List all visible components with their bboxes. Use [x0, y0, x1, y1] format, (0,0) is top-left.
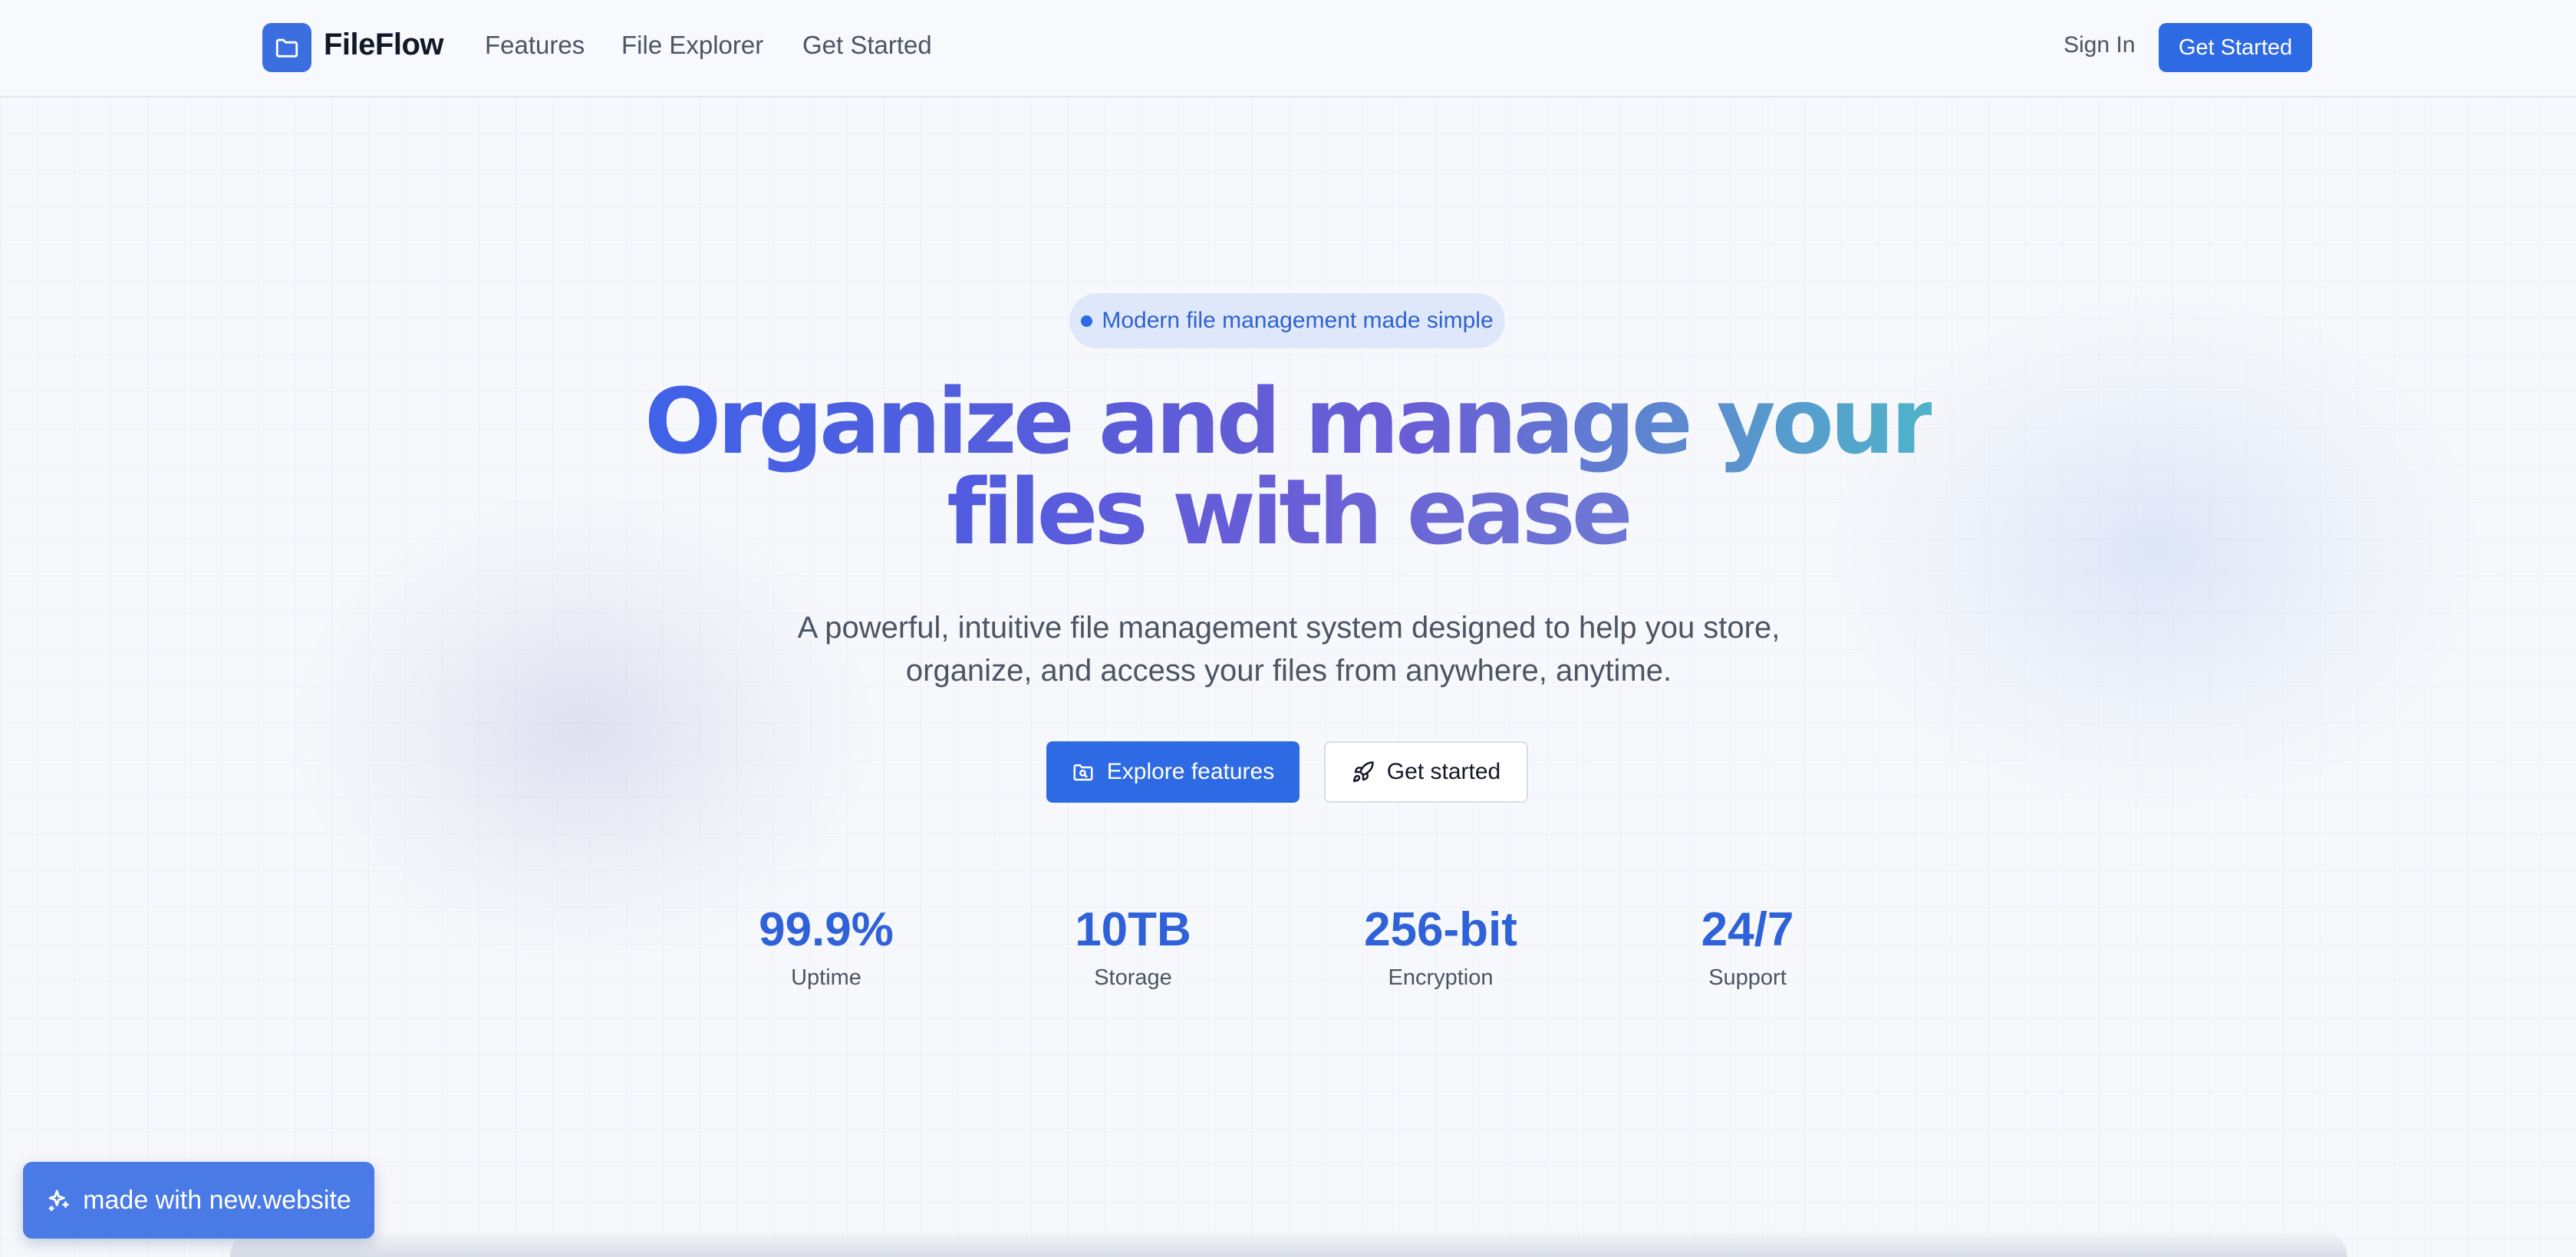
- top-navigation-bar: FileFlow Features File Explorer Get Star…: [0, 0, 2576, 97]
- get-started-button[interactable]: Get started: [1324, 741, 1528, 803]
- stat-value: 10TB: [1075, 903, 1191, 956]
- background-glow-left: [292, 491, 875, 967]
- stat-value: 24/7: [1701, 903, 1794, 956]
- header-get-started-button[interactable]: Get Started: [2159, 23, 2312, 72]
- hero-badge: Modern file management made simple: [1069, 293, 1505, 348]
- stat-label: Encryption: [1388, 965, 1494, 990]
- nav-link-get-started[interactable]: Get Started: [802, 31, 932, 60]
- stat-label: Uptime: [791, 965, 861, 990]
- explore-features-label: Explore features: [1106, 759, 1275, 784]
- stat-storage: 10TB Storage: [1010, 898, 1256, 993]
- nav-link-features[interactable]: Features: [485, 31, 585, 60]
- sparkles-icon: [48, 1189, 69, 1212]
- folder-icon: [275, 38, 298, 58]
- stat-encryption: 256-bit Encryption: [1318, 898, 1563, 993]
- stat-label: Storage: [1094, 965, 1172, 990]
- nav-link-file-explorer[interactable]: File Explorer: [621, 31, 763, 60]
- headline-line-2: files with ease: [947, 459, 1632, 565]
- logo-badge[interactable]: [262, 23, 311, 72]
- stat-support: 24/7 Support: [1625, 898, 1870, 993]
- made-with-badge[interactable]: made with new.website: [23, 1162, 374, 1239]
- hero-headline: Organize and manage your files with ease: [476, 376, 2100, 557]
- badge-dot-icon: [1081, 315, 1093, 327]
- sign-in-link[interactable]: Sign In: [2064, 32, 2135, 58]
- made-with-label: made with new.website: [83, 1185, 351, 1215]
- rocket-icon: [1352, 761, 1374, 783]
- stat-uptime: 99.9% Uptime: [703, 898, 949, 993]
- explore-features-button[interactable]: Explore features: [1046, 741, 1300, 803]
- stat-value: 99.9%: [759, 903, 894, 956]
- hero-description: A powerful, intuitive file management sy…: [797, 611, 1780, 688]
- badge-text: Modern file management made simple: [1102, 308, 1494, 333]
- stat-label: Support: [1708, 965, 1787, 990]
- folder-search-icon: [1073, 764, 1093, 781]
- stat-value: 256-bit: [1364, 903, 1517, 956]
- brand-name[interactable]: FileFlow: [324, 28, 444, 62]
- next-section-preview: [230, 1229, 2347, 1257]
- get-started-label: Get started: [1386, 759, 1501, 784]
